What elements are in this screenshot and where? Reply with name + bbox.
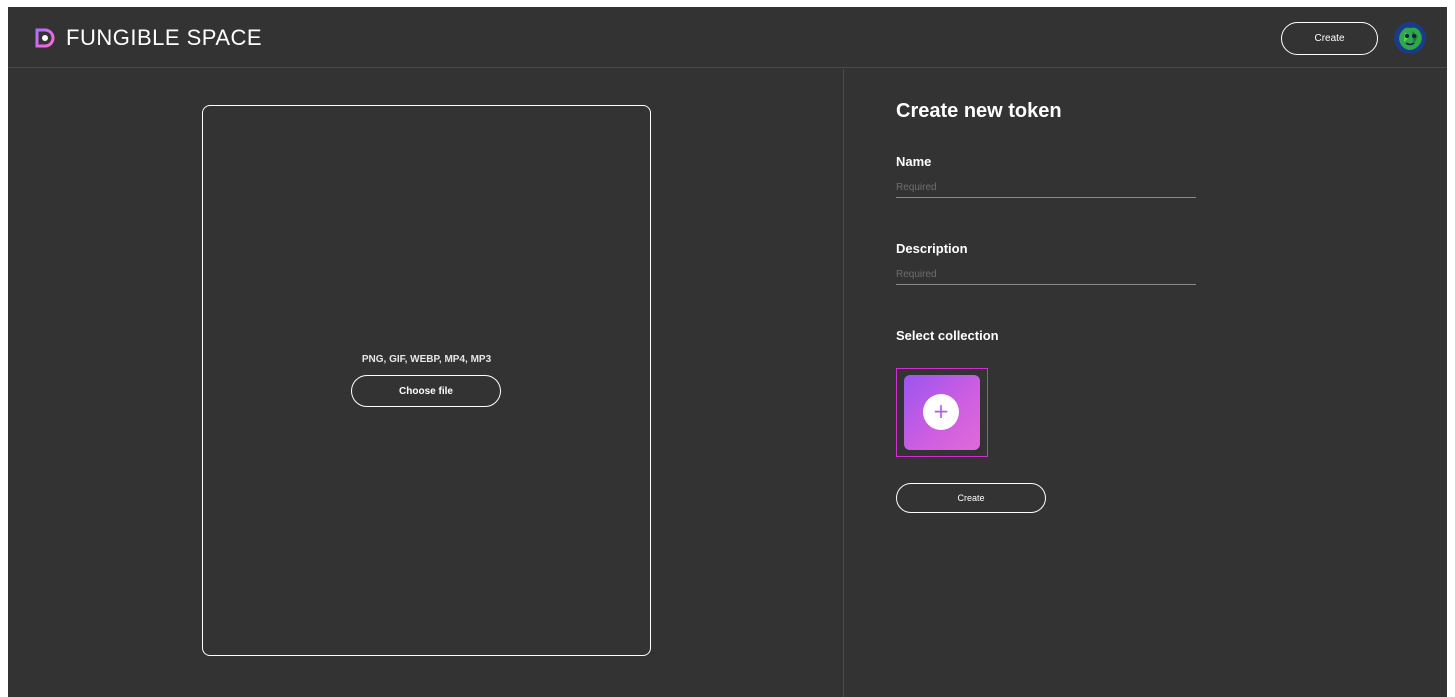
app-window: FUNGIBLE SPACE Create PNG, GIF, WEBP, MP…	[8, 7, 1447, 697]
logo-text: FUNGIBLE SPACE	[66, 25, 263, 50]
supported-formats: PNG, GIF, WEBP, MP4, MP3	[361, 354, 492, 365]
page-title: Create new token	[896, 100, 1062, 122]
name-input[interactable]	[896, 178, 1196, 198]
logo[interactable]: FUNGIBLE SPACE	[34, 25, 262, 51]
add-collection-button[interactable]: +	[904, 375, 980, 450]
fungible-logo-icon	[35, 28, 55, 48]
avatar-image	[1394, 22, 1426, 54]
choose-file-button[interactable]: Choose file	[351, 375, 501, 407]
description-label: Description	[896, 241, 968, 256]
description-input[interactable]	[896, 265, 1196, 285]
header-create-button[interactable]: Create	[1281, 22, 1378, 55]
select-collection-label: Select collection	[896, 328, 999, 343]
create-token-button[interactable]: Create	[896, 483, 1046, 513]
name-label: Name	[896, 154, 932, 169]
avatar[interactable]	[1394, 22, 1426, 54]
plus-icon: +	[923, 394, 959, 430]
file-dropzone[interactable]: PNG, GIF, WEBP, MP4, MP3 Choose file	[202, 105, 651, 656]
collection-selection-outline: +	[896, 368, 988, 457]
panel-divider	[843, 69, 844, 697]
top-bar: FUNGIBLE SPACE Create	[8, 7, 1447, 68]
